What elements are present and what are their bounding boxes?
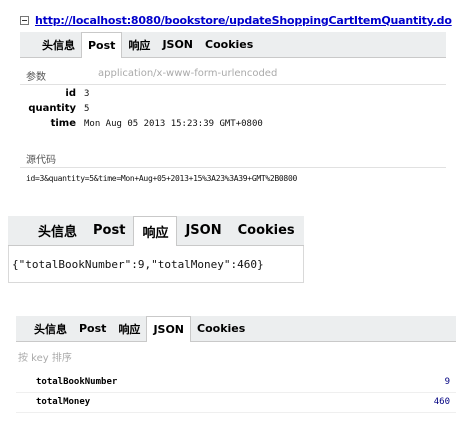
source-divider <box>20 167 446 168</box>
tab-post[interactable]: Post <box>85 216 133 245</box>
row-divider <box>16 412 456 413</box>
tab-cookies[interactable]: Cookies <box>191 316 251 341</box>
param-value-time: Mon Aug 05 2013 15:23:39 GMT+0800 <box>84 119 263 129</box>
tab-cookies[interactable]: Cookies <box>230 216 303 245</box>
tab-cookies[interactable]: Cookies <box>199 32 259 57</box>
param-value-quantity: 5 <box>84 104 90 114</box>
tab-headers[interactable]: 头信息 <box>36 32 81 57</box>
tab-post[interactable]: Post <box>73 316 112 341</box>
response-tab-bar: 头信息 Post 响应 JSON Cookies <box>8 216 304 246</box>
tab-response[interactable]: 响应 <box>133 216 178 246</box>
json-panel: 头信息 Post 响应 JSON Cookies 按 key 排序 totalB… <box>16 316 456 416</box>
panel-border-left <box>8 246 9 282</box>
json-value: 9 <box>444 377 450 387</box>
request-tab-bar: 头信息 Post 响应 JSON Cookies <box>20 32 446 58</box>
sort-by-key-link[interactable]: 按 key 排序 <box>18 349 72 364</box>
tab-headers[interactable]: 头信息 <box>28 316 73 341</box>
param-name-time: time <box>50 118 76 129</box>
params-divider <box>20 84 446 85</box>
tab-response[interactable]: 响应 <box>122 32 156 57</box>
json-key: totalMoney <box>36 397 91 407</box>
json-row[interactable]: totalBookNumber 9 <box>16 373 456 393</box>
param-value-id: 3 <box>84 89 90 99</box>
json-key: totalBookNumber <box>36 377 118 387</box>
tab-json[interactable]: JSON <box>177 216 229 245</box>
panel-border-right <box>303 246 304 282</box>
response-body: {"totalBookNumber":9,"totalMoney":460} <box>12 258 264 271</box>
tab-response[interactable]: 响应 <box>112 316 146 341</box>
source-text: id=3&quantity=5&time=Mon+Aug+05+2013+15%… <box>26 174 297 183</box>
content-type-label: application/x-www-form-urlencoded <box>98 68 278 79</box>
request-panel: http://localhost:8080/bookstore/updateSh… <box>16 8 452 193</box>
json-row[interactable]: totalMoney 460 <box>16 393 456 413</box>
json-tab-bar: 头信息 Post 响应 JSON Cookies <box>16 316 456 342</box>
tab-post[interactable]: Post <box>81 32 123 58</box>
json-value: 460 <box>433 397 450 407</box>
request-url-link[interactable]: http://localhost:8080/bookstore/updateSh… <box>35 14 452 27</box>
response-panel: 头信息 Post 响应 JSON Cookies {"totalBookNumb… <box>8 212 304 283</box>
tab-headers[interactable]: 头信息 <box>30 216 85 245</box>
collapse-icon[interactable] <box>20 15 29 25</box>
request-url-row: http://localhost:8080/bookstore/updateSh… <box>20 12 452 28</box>
param-name-id: id <box>65 88 76 99</box>
source-label: 源代码 <box>26 155 56 166</box>
tab-json[interactable]: JSON <box>146 316 192 342</box>
tab-json[interactable]: JSON <box>156 32 199 57</box>
params-label: 参数 <box>26 72 46 83</box>
param-name-quantity: quantity <box>28 103 76 114</box>
